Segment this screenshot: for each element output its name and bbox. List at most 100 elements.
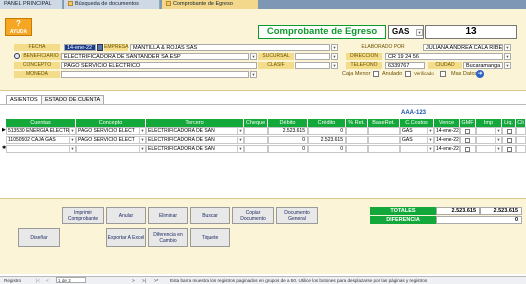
chevron-down-icon[interactable]: ▼ [504,62,511,69]
exportar-excel-button[interactable]: Exportar A Excel [106,228,146,247]
tab-comprobante-egreso[interactable]: Comprobante de Egreso [162,0,258,9]
clasif-field[interactable] [295,62,330,69]
search-icon[interactable] [14,53,20,59]
chevron-down-icon[interactable]: ▼ [495,137,501,143]
grid-cell[interactable] [346,145,368,153]
grid-cell[interactable] [244,145,268,153]
grid-cell[interactable]: 0 [268,145,308,153]
concepto-field[interactable]: PAGO SERVICIO ELECTRICO [61,62,257,69]
chevron-down-icon[interactable]: ▼ [237,128,243,134]
documento-general-button[interactable]: Documento General [276,207,318,224]
grid-cell[interactable] [368,127,400,135]
col-ret[interactable]: % Ret. [346,119,368,127]
chevron-down-icon[interactable]: ▼ [237,137,243,143]
chevron-down-icon[interactable]: ▼ [427,137,433,143]
chevron-down-icon[interactable]: ▼ [416,29,423,36]
grid-cell[interactable] [460,136,476,144]
prev-record-button[interactable]: < [46,277,49,284]
caja-menor-checkbox[interactable] [373,71,379,77]
row-checkbox[interactable] [465,129,470,134]
anular-button[interactable]: Anular [106,207,146,224]
chevron-down-icon[interactable]: ▼ [427,128,433,134]
grid-cell[interactable] [460,145,476,153]
col-concepto[interactable]: Concepto [76,119,146,127]
col-liq[interactable]: Liq. [502,119,516,127]
col-cheque[interactable]: Cheque [244,119,268,127]
imprimir-button[interactable]: Imprimir Comprobante [62,207,104,224]
chevron-down-icon[interactable]: ▼ [139,146,145,152]
grid-cell[interactable] [502,136,516,144]
grid-cell[interactable]: 0 [308,145,346,153]
col-gmf[interactable]: GMF [460,119,476,127]
grid-cell[interactable]: ▼ [476,136,502,144]
grid-cell[interactable]: 0 [268,136,308,144]
ciudad-field[interactable]: Bucaramanga [463,62,503,69]
telefono-field[interactable]: 6339767 [385,62,425,69]
grid-cell[interactable]: 14-ene-22 [434,136,460,144]
grid-cell[interactable]: 14-ene-22 [434,127,460,135]
chevron-down-icon[interactable]: ▼ [139,128,145,134]
tiquete-button[interactable]: Tiquete [190,228,230,247]
grid-cell[interactable] [244,127,268,135]
grid-cell[interactable]: 11050502 CAJA GAS ▼ [6,136,76,144]
empresa-field[interactable]: MANTILLA & ROJAS SAS [130,44,330,51]
chevron-down-icon[interactable]: ▼ [69,128,75,134]
grid-cell[interactable]: ▼ [76,145,146,153]
chevron-down-icon[interactable]: ▼ [331,44,338,51]
grid-cell[interactable] [502,127,516,135]
row-checkbox[interactable] [465,138,470,143]
grid-cell[interactable]: GAS ▼ [400,127,434,135]
grid-cell[interactable] [368,136,400,144]
grid-cell[interactable] [346,136,368,144]
calendar-icon[interactable] [97,44,103,51]
grid-cell[interactable] [516,127,526,135]
direccion-field[interactable]: CR 19 24 56 [385,53,503,60]
next-record-button[interactable]: > [132,277,135,284]
grid-cell[interactable]: PAGO SERVICIO ELECT ▼ [76,136,146,144]
col-vence[interactable]: Vence [434,119,460,127]
grid-cell[interactable]: 513530 ENERGIA ELECTRI ▼ [6,127,76,135]
help-button[interactable]: ? AYUDA [5,18,32,36]
grid-cell[interactable] [244,136,268,144]
chevron-down-icon[interactable]: ▼ [69,137,75,143]
grid-cell[interactable]: ELECTRIFICADORA DE SAN ▼ [146,145,244,153]
buscar-button[interactable]: Buscar [190,207,230,224]
last-record-button[interactable]: >| [142,277,146,284]
grid-cell[interactable]: ELECTRIFICADORA DE SAN ▼ [146,136,244,144]
tab-estado-cuenta[interactable]: ESTADO DE CUENTA [41,95,105,104]
elaborado-field[interactable]: JULIANA ANDREA CALA RIBE [423,44,503,51]
grid-cell[interactable]: ELECTRIFICADORA DE SAN ▼ [146,127,244,135]
col-imp[interactable]: Imp [476,119,502,127]
chevron-down-icon[interactable]: ▼ [331,62,338,69]
col-cuentas[interactable]: Cuentas [6,119,76,127]
row-checkbox[interactable] [507,138,512,143]
col-debito[interactable]: Débito [268,119,308,127]
record-position[interactable]: 1 de 2 [56,277,86,283]
row-checkbox[interactable] [507,129,512,134]
chevron-down-icon[interactable]: ▼ [331,53,338,60]
grid-cell[interactable]: ▼ [476,127,502,135]
chevron-down-icon[interactable]: ▼ [237,146,243,152]
diferencia-cambio-button[interactable]: Diferencia en Cambio [148,228,188,247]
grid-cell[interactable] [516,136,526,144]
col-baseret[interactable]: BaseRet. [368,119,400,127]
verificado-checkbox[interactable] [440,71,446,77]
grid-cell[interactable]: ▼ [476,145,502,153]
arrow-right-icon[interactable]: ➜ [476,70,484,78]
row-checkbox[interactable] [507,147,512,152]
anulado-checkbox[interactable] [405,71,411,77]
col-credito[interactable]: Crédito [308,119,346,127]
eliminar-button[interactable]: Eliminar [148,207,188,224]
col-ccostos[interactable]: C.Costos [400,119,434,127]
grid-cell[interactable]: 14-ene-22 [434,145,460,153]
chevron-down-icon[interactable]: ▼ [504,53,511,60]
col-cli[interactable]: Cli [516,119,526,127]
grid-cell[interactable] [460,127,476,135]
tab-panel-principal[interactable]: PANEL PRINCIPAL [0,0,63,9]
sucursal-field[interactable] [295,53,330,60]
tab-busqueda-documentos[interactable]: Búsqueda de documentos [64,0,160,9]
chevron-down-icon[interactable]: ▼ [495,146,501,152]
chevron-down-icon[interactable]: ▼ [495,128,501,134]
grid-cell[interactable]: PAGO SERVICIO ELECT ▼ [76,127,146,135]
chevron-down-icon[interactable]: ▼ [504,44,511,51]
